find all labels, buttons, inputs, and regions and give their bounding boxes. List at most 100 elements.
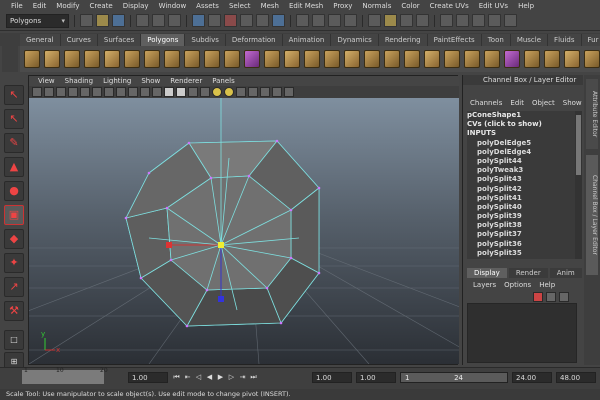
input-node[interactable]: polySplit42 [467, 185, 575, 194]
brush-tool-icon[interactable]: ⚒ [4, 301, 24, 321]
go-to-start-icon[interactable]: ⏮ [172, 373, 181, 382]
wireframe-on-shaded-icon[interactable] [188, 87, 198, 97]
input-node[interactable]: polySplit44 [467, 157, 575, 166]
uv-icon[interactable] [584, 50, 600, 68]
menu-assets[interactable]: Assets [191, 2, 224, 10]
split-icon[interactable] [444, 50, 460, 68]
layer-tab-anim[interactable]: Anim [549, 268, 582, 278]
poly-platonic-icon[interactable] [244, 50, 260, 68]
cb-menu-show[interactable]: Show [563, 97, 582, 109]
step-back-frame-icon[interactable]: ◁ [194, 373, 203, 382]
snap-plane-icon[interactable] [344, 14, 357, 27]
perspective-view[interactable]: y x [29, 98, 459, 364]
extract-icon[interactable] [304, 50, 320, 68]
panel-menu-show[interactable]: Show [136, 76, 165, 86]
mask-icon[interactable] [192, 14, 205, 27]
shelf-tab-surfaces[interactable]: Surfaces [97, 34, 142, 46]
step-back-key-icon[interactable]: ⇤ [183, 373, 192, 382]
cb-menu-edit[interactable]: Edit [510, 97, 524, 109]
rotate-tool-icon[interactable]: ● [4, 181, 24, 201]
history-icon[interactable] [368, 14, 381, 27]
smooth-icon[interactable] [324, 50, 340, 68]
menu-mesh[interactable]: Mesh [256, 2, 284, 10]
panel-menu-lighting[interactable]: Lighting [98, 76, 136, 86]
camera-attr-icon[interactable] [44, 87, 54, 97]
shelf-tab-muscle[interactable]: Muscle [510, 34, 549, 46]
poly-torus-icon[interactable] [124, 50, 140, 68]
move-tool-icon[interactable]: ▲ [4, 157, 24, 177]
range-slider[interactable]: 1 24 [400, 372, 508, 383]
shelf-menu-icon[interactable] [2, 46, 18, 72]
input-node[interactable]: polySplit38 [467, 221, 575, 230]
render-icon[interactable] [384, 14, 397, 27]
snap-curve-icon[interactable] [312, 14, 325, 27]
shelf-tab-animation[interactable]: Animation [282, 34, 332, 46]
select-hierarchy-icon[interactable] [136, 14, 149, 27]
select-component-icon[interactable] [168, 14, 181, 27]
scale-z-handle[interactable] [218, 296, 224, 302]
separate-icon[interactable] [284, 50, 300, 68]
resolution-gate-icon[interactable] [104, 87, 114, 97]
image-plane-icon[interactable] [68, 87, 78, 97]
input-node[interactable]: polyDelEdge5 [467, 139, 575, 148]
menu-edit-mesh[interactable]: Edit Mesh [284, 2, 328, 10]
select-tool-icon[interactable]: ↖ [4, 85, 24, 105]
input-node[interactable]: polyDelEdge4 [467, 148, 575, 157]
layer-tab-render[interactable]: Render [508, 268, 548, 278]
new-scene-icon[interactable] [80, 14, 93, 27]
use-default-light-icon[interactable] [212, 87, 222, 97]
layer-menu-options[interactable]: Options [504, 280, 531, 290]
camera-icon[interactable] [32, 87, 42, 97]
paint-select-icon[interactable]: ✎ [4, 133, 24, 153]
shelf-tab-subdivs[interactable]: Subdivs [185, 34, 226, 46]
poly-soccer-icon[interactable] [224, 50, 240, 68]
new-layer-icon[interactable] [533, 292, 543, 302]
merge-icon[interactable] [524, 50, 540, 68]
menu-normals[interactable]: Normals [357, 2, 396, 10]
snap-point-icon[interactable] [328, 14, 341, 27]
menu-modify[interactable]: Modify [51, 2, 84, 10]
layer-list[interactable] [467, 303, 577, 363]
shelf-tab-fluids[interactable]: Fluids [548, 34, 582, 46]
chamfer-icon[interactable] [564, 50, 580, 68]
mask-icon[interactable] [224, 14, 237, 27]
single-view-layout-icon[interactable]: □ [4, 330, 24, 350]
cb-menu-channels[interactable]: Channels [470, 97, 502, 109]
menu-edit-uvs[interactable]: Edit UVs [474, 2, 513, 10]
poly-plane-icon[interactable] [104, 50, 120, 68]
isolate-select-icon[interactable] [272, 87, 282, 97]
step-forward-frame-icon[interactable]: ▷ [227, 373, 236, 382]
textured-icon[interactable] [200, 87, 210, 97]
mask-icon[interactable] [240, 14, 253, 27]
range-start-field[interactable]: 1.00 [312, 372, 352, 383]
extrude-icon[interactable] [384, 50, 400, 68]
safe-title-icon[interactable] [152, 87, 162, 97]
input-node[interactable]: polyTweak3 [467, 166, 575, 175]
shelf-tab-polygons[interactable]: Polygons [141, 34, 186, 46]
menu-create[interactable]: Create [84, 2, 117, 10]
step-forward-key-icon[interactable]: ⇥ [238, 373, 247, 382]
panel-menu-renderer[interactable]: Renderer [165, 76, 207, 86]
shelf-tab-deformation[interactable]: Deformation [225, 34, 283, 46]
shelf-tab-rendering[interactable]: Rendering [378, 34, 428, 46]
input-node[interactable]: polySplit35 [467, 249, 575, 258]
scale-tool-icon[interactable]: ▣ [4, 205, 24, 225]
open-scene-icon[interactable] [96, 14, 109, 27]
delete-edge-icon[interactable] [544, 50, 560, 68]
bridge-icon[interactable] [404, 50, 420, 68]
xray-icon[interactable] [248, 87, 258, 97]
menu-proxy[interactable]: Proxy [328, 2, 357, 10]
bookmark-icon[interactable] [56, 87, 66, 97]
cvs-row[interactable]: CVs (click to show) [467, 120, 575, 129]
save-scene-icon[interactable] [112, 14, 125, 27]
sculpt-icon[interactable] [504, 50, 520, 68]
current-time-field[interactable]: 1.00 [128, 372, 168, 383]
menu-file[interactable]: File [6, 2, 28, 10]
scroll-thumb[interactable] [576, 115, 581, 175]
menu-create-uvs[interactable]: Create UVs [425, 2, 474, 10]
field-chart-icon[interactable] [128, 87, 138, 97]
shelf-tab-dynamics[interactable]: Dynamics [331, 34, 379, 46]
play-backward-icon[interactable]: ◀ [205, 373, 214, 382]
mask-icon[interactable] [272, 14, 285, 27]
poly-sphere-icon[interactable] [24, 50, 40, 68]
